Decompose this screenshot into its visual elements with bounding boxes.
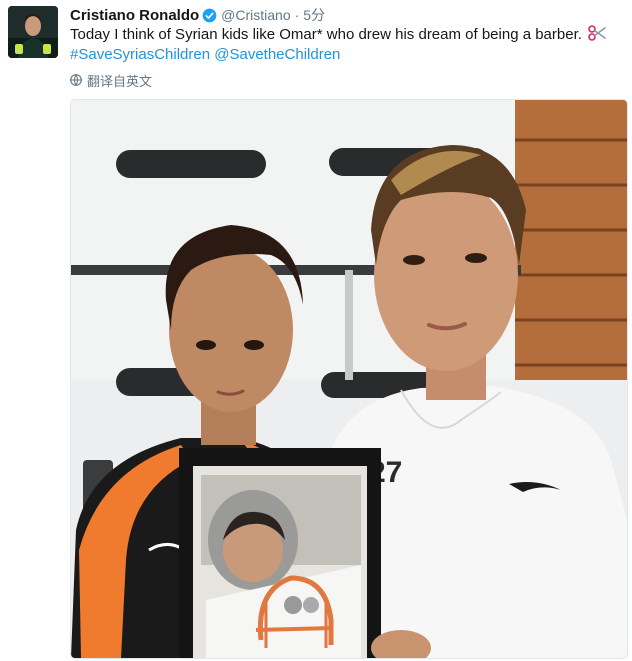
author-handle[interactable]: @Cristiano <box>221 7 290 23</box>
timestamp[interactable]: 5分 <box>303 5 325 25</box>
tweet-body-text: Today I think of Syrian kids like Omar* … <box>70 26 582 43</box>
tweet-header: Cristiano Ronaldo @Cristiano · 5分 <box>70 6 325 24</box>
hashtag-link[interactable]: #SaveSyriasChildren <box>70 46 210 63</box>
tweet[interactable]: Cristiano Ronaldo @Cristiano · 5分 Today … <box>0 0 632 661</box>
author-name[interactable]: Cristiano Ronaldo <box>70 7 199 24</box>
tweet-photo[interactable]: 27 <box>70 99 628 659</box>
tweet-text-line-2: #SaveSyriasChildren @SavetheChildren <box>70 45 630 65</box>
avatar[interactable] <box>8 6 58 58</box>
mention-link[interactable]: @SavetheChildren <box>214 46 340 63</box>
separator-dot: · <box>294 7 300 23</box>
translate-link[interactable]: 翻译自英文 <box>70 71 152 89</box>
tweet-text: Today I think of Syrian kids like Omar* … <box>70 25 630 65</box>
globe-icon <box>70 74 82 86</box>
translate-label: 翻译自英文 <box>87 73 153 89</box>
scissors-emoji-icon <box>588 25 606 41</box>
tweet-text-line-1: Today I think of Syrian kids like Omar* … <box>70 25 630 45</box>
verified-badge-icon <box>202 8 217 23</box>
